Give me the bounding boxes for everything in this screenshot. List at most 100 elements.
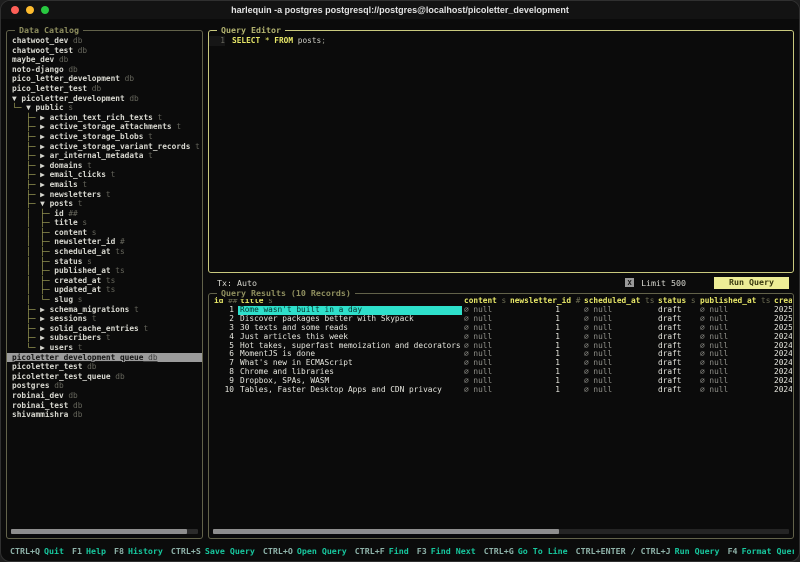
data-cell-content[interactable]: ∅ null xyxy=(462,315,508,324)
data-cell-content[interactable]: ∅ null xyxy=(462,359,508,368)
keybind-format-query[interactable]: F4Format Query xyxy=(728,546,794,556)
catalog-item-slug[interactable]: │ └─ slug s xyxy=(7,295,202,305)
data-cell-content[interactable]: ∅ null xyxy=(462,333,508,342)
results-row[interactable]: 1Rome wasn't built in a day∅ null1∅ null… xyxy=(212,306,792,315)
data-cell-status[interactable]: draft xyxy=(656,333,698,342)
chevron-collapsed-icon[interactable]: ▶ xyxy=(40,343,49,352)
data-cell-newsletter_id[interactable]: 1 xyxy=(508,315,582,324)
data-cell-scheduled_at[interactable]: ∅ null xyxy=(582,368,656,377)
keybind-quit[interactable]: CTRL+QQuit xyxy=(10,546,64,556)
limit-checkbox[interactable]: X xyxy=(625,278,634,287)
catalog-item-picoletter_development[interactable]: ▼ picoletter_development db xyxy=(7,94,202,104)
catalog-item-schema_migrations[interactable]: ├─ ▶ schema_migrations t xyxy=(7,305,202,315)
column-header-crea[interactable]: crea xyxy=(772,297,792,306)
row-number-cell[interactable]: 10 xyxy=(212,386,238,395)
results-row[interactable]: 330 texts and some reads∅ null1∅ nulldra… xyxy=(212,324,792,333)
data-cell-crea[interactable]: 2024 xyxy=(772,368,792,377)
data-cell-published_at[interactable]: ∅ null xyxy=(698,342,772,351)
column-header-newsletter_id[interactable]: newsletter_id # xyxy=(508,297,582,306)
selected-cell[interactable]: Rome wasn't built in a day xyxy=(238,306,462,315)
catalog-item-posts[interactable]: ├─ ▼ posts t xyxy=(7,199,202,209)
column-header-status[interactable]: status s xyxy=(656,297,698,306)
keybind-run-query[interactable]: CTRL+ENTER / CTRL+JRun Query xyxy=(576,546,720,556)
transaction-mode[interactable]: Tx: Auto xyxy=(210,278,257,288)
data-cell-scheduled_at[interactable]: ∅ null xyxy=(582,306,656,315)
data-cell-title[interactable]: Just articles this week xyxy=(238,333,462,342)
data-cell-scheduled_at[interactable]: ∅ null xyxy=(582,315,656,324)
data-cell-title[interactable]: Discover packages better with Skypack xyxy=(238,315,462,324)
data-cell-crea[interactable]: 2024 xyxy=(772,377,792,386)
data-cell-newsletter_id[interactable]: 1 xyxy=(508,368,582,377)
row-number-cell[interactable]: 8 xyxy=(212,368,238,377)
catalog-item-active_storage_blobs[interactable]: ├─ ▶ active_storage_blobs t xyxy=(7,132,202,142)
data-cell-scheduled_at[interactable]: ∅ null xyxy=(582,350,656,359)
results-row[interactable]: 5Hot takes, superfast memoization and de… xyxy=(212,342,792,351)
data-cell-title[interactable]: Chrome and libraries xyxy=(238,368,462,377)
data-cell-published_at[interactable]: ∅ null xyxy=(698,377,772,386)
results-row[interactable]: 7What's new in ECMAScript∅ null1∅ nulldr… xyxy=(212,359,792,368)
keybind-history[interactable]: F8History xyxy=(114,546,163,556)
limit-label[interactable]: Limit 500 xyxy=(641,278,686,288)
chevron-collapsed-icon[interactable]: ▶ xyxy=(40,180,49,189)
catalog-item-robinai_dev[interactable]: robinai_dev db xyxy=(7,391,202,401)
data-cell-title[interactable]: 30 texts and some reads xyxy=(238,324,462,333)
data-cell-status[interactable]: draft xyxy=(656,350,698,359)
chevron-collapsed-icon[interactable]: ▶ xyxy=(40,122,49,131)
data-cell-content[interactable]: ∅ null xyxy=(462,342,508,351)
results-row[interactable]: 2Discover packages better with Skypack∅ … xyxy=(212,315,792,324)
catalog-item-newsletter_id[interactable]: │ ├─ newsletter_id # xyxy=(7,237,202,247)
data-cell-newsletter_id[interactable]: 1 xyxy=(508,306,582,315)
results-row[interactable]: 10Tables, Faster Desktop Apps and CDN pr… xyxy=(212,386,792,395)
data-cell-scheduled_at[interactable]: ∅ null xyxy=(582,333,656,342)
chevron-collapsed-icon[interactable]: ▶ xyxy=(40,324,49,333)
catalog-item-shivammishra[interactable]: shivammishra db xyxy=(7,410,202,420)
keybind-open-query[interactable]: CTRL+OOpen Query xyxy=(263,546,347,556)
data-cell-newsletter_id[interactable]: 1 xyxy=(508,377,582,386)
column-header-published_at[interactable]: published_at ts xyxy=(698,297,772,306)
data-cell-status[interactable]: draft xyxy=(656,306,698,315)
results-scrollbar-thumb[interactable] xyxy=(213,529,559,534)
sql-editor[interactable]: 1SELECT * FROM posts; xyxy=(209,31,793,46)
catalog-item-picoletter_test_queue[interactable]: picoletter_test_queue db xyxy=(7,372,202,382)
data-cell-published_at[interactable]: ∅ null xyxy=(698,359,772,368)
data-cell-published_at[interactable]: ∅ null xyxy=(698,324,772,333)
catalog-item-maybe_dev[interactable]: maybe_dev db xyxy=(7,55,202,65)
catalog-scrollbar-thumb[interactable] xyxy=(11,529,187,534)
catalog-item-sessions[interactable]: ├─ ▶ sessions t xyxy=(7,314,202,324)
catalog-item-picoletter_development_queue[interactable]: picoletter_development_queue db xyxy=(7,353,202,363)
chevron-collapsed-icon[interactable]: ▶ xyxy=(40,314,49,323)
keybind-go-to-line[interactable]: CTRL+GGo To Line xyxy=(484,546,568,556)
row-number-cell[interactable]: 4 xyxy=(212,333,238,342)
data-cell-newsletter_id[interactable]: 1 xyxy=(508,342,582,351)
chevron-collapsed-icon[interactable]: ▶ xyxy=(40,151,49,160)
catalog-item-solid_cache_entries[interactable]: ├─ ▶ solid_cache_entries t xyxy=(7,324,202,334)
data-cell-published_at[interactable]: ∅ null xyxy=(698,368,772,377)
data-cell-crea[interactable]: 2025 xyxy=(772,306,792,315)
catalog-item-postgres[interactable]: postgres db xyxy=(7,381,202,391)
data-cell-scheduled_at[interactable]: ∅ null xyxy=(582,342,656,351)
catalog-item-title[interactable]: │ ├─ title s xyxy=(7,218,202,228)
data-cell-content[interactable]: ∅ null xyxy=(462,324,508,333)
data-cell-published_at[interactable]: ∅ null xyxy=(698,306,772,315)
results-row[interactable]: 6MomentJS is done∅ null1∅ nulldraft∅ nul… xyxy=(212,350,792,359)
catalog-item-chatwoot_dev[interactable]: chatwoot_dev db xyxy=(7,36,202,46)
catalog-item-chatwoot_test[interactable]: chatwoot_test db xyxy=(7,46,202,56)
chevron-collapsed-icon[interactable]: ▶ xyxy=(40,305,49,314)
catalog-item-picoletter_test[interactable]: picoletter_test db xyxy=(7,362,202,372)
data-cell-content[interactable]: ∅ null xyxy=(462,386,508,395)
data-cell-status[interactable]: draft xyxy=(656,386,698,395)
data-cell-title[interactable]: Hot takes, superfast memoization and dec… xyxy=(238,342,462,351)
sql-line[interactable]: 1SELECT * FROM posts; xyxy=(209,36,793,46)
row-number-cell[interactable]: 1 xyxy=(212,306,238,315)
catalog-item-active_storage_variant_records[interactable]: ├─ ▶ active_storage_variant_records t xyxy=(7,142,202,152)
catalog-item-pico_letter_development[interactable]: pico_letter_development db xyxy=(7,74,202,84)
data-cell-content[interactable]: ∅ null xyxy=(462,350,508,359)
catalog-item-subscribers[interactable]: ├─ ▶ subscribers t xyxy=(7,333,202,343)
data-cell-status[interactable]: draft xyxy=(656,342,698,351)
data-cell-published_at[interactable]: ∅ null xyxy=(698,333,772,342)
chevron-collapsed-icon[interactable]: ▶ xyxy=(40,113,49,122)
catalog-item-domains[interactable]: ├─ ▶ domains t xyxy=(7,161,202,171)
catalog-item-newsletters[interactable]: ├─ ▶ newsletters t xyxy=(7,190,202,200)
minimize-button[interactable] xyxy=(26,6,34,14)
catalog-horizontal-scrollbar[interactable] xyxy=(11,529,198,534)
